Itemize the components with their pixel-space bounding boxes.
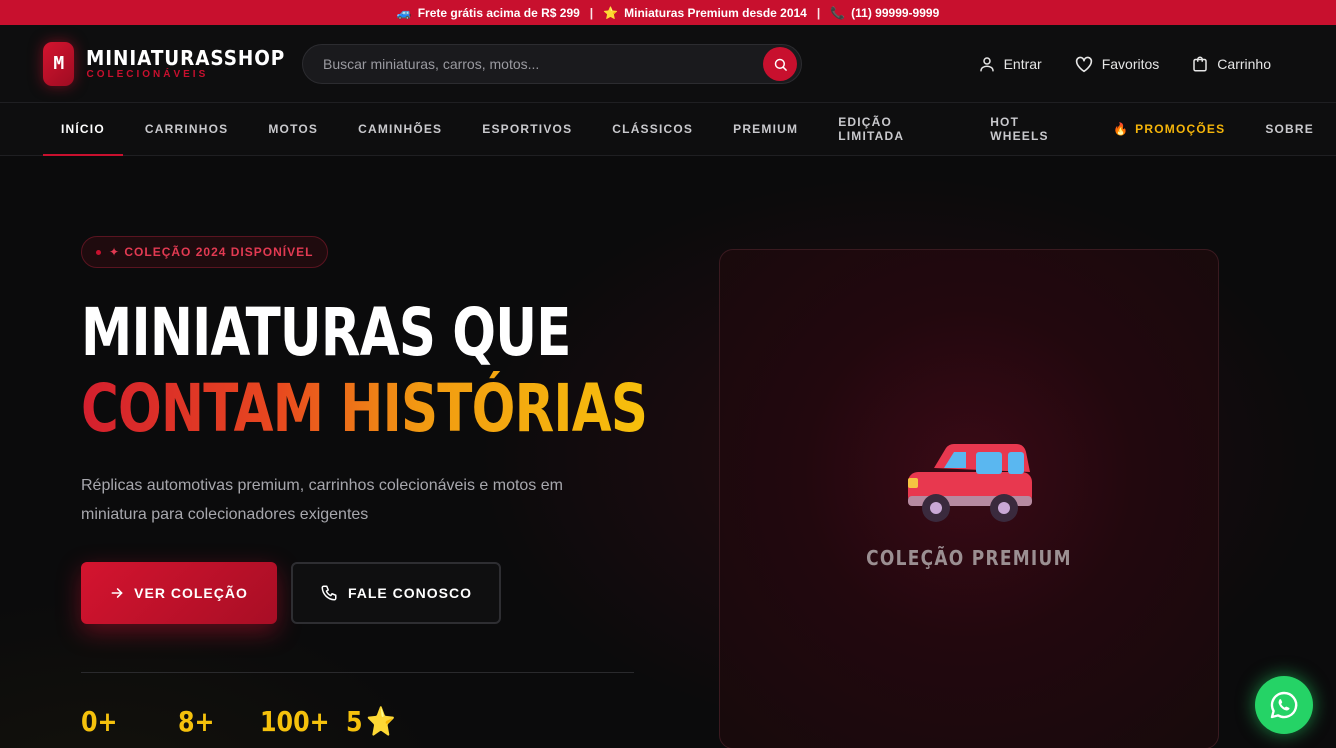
stat-value: 100+ — [260, 705, 330, 738]
car-icon — [908, 444, 1032, 522]
nav-item-hot-wheels[interactable]: HOT WHEELS — [972, 103, 1091, 155]
nav-item-carrinhos[interactable]: CARRINHOS — [127, 103, 246, 155]
nav-item-premium[interactable]: PREMIUM — [715, 103, 816, 155]
main-nav: INÍCIO CARRINHOS MOTOS CAMINHÕES ESPORTI… — [0, 103, 1336, 156]
cart-label: Carrinho — [1217, 56, 1271, 72]
free-shipping-text: Frete grátis acima de R$ 299 — [417, 5, 580, 20]
site-header: M MINIATURASSHOP COLECIONÁVEIS Entrar Fa… — [0, 25, 1336, 103]
logo-text: MINIATURASSHOP COLECIONÁVEIS — [86, 47, 303, 80]
star-icon: ⭐ — [365, 705, 396, 738]
whatsapp-button[interactable] — [1255, 676, 1313, 734]
view-collection-label: VER COLEÇÃO — [134, 585, 248, 601]
phone-number[interactable]: (11) 99999-9999 — [851, 6, 939, 20]
header-actions: Entrar Favoritos Carrinho — [978, 25, 1271, 103]
star-icon: ⭐ — [603, 5, 619, 20]
car-icon: 🚙 — [396, 5, 412, 20]
collection-badge-label: ✦ COLEÇÃO 2024 DISPONÍVEL — [109, 245, 314, 259]
user-icon — [979, 57, 994, 72]
premium-since-text: Miniaturas Premium desde 2014 — [624, 5, 807, 20]
stat-value: 8+ — [178, 705, 215, 738]
shopping-bag-icon — [1193, 56, 1208, 72]
stat-rating: 5 ⭐ — [346, 705, 396, 738]
announcement-bar: 🚙 Frete grátis acima de R$ 299 | ⭐ Minia… — [0, 0, 1336, 25]
stat-value: 0+ — [81, 705, 118, 738]
nav-item-inicio[interactable]: INÍCIO — [43, 103, 123, 156]
nav-item-caminhoes[interactable]: CAMINHÕES — [340, 103, 460, 155]
divider — [81, 672, 634, 673]
headline-line-2: CONTAM HISTÓRIAS — [81, 370, 648, 447]
fire-icon: 🔥 — [1113, 122, 1130, 136]
phone-icon: 📞 — [830, 5, 846, 20]
contact-button[interactable]: FALE CONOSCO — [291, 562, 501, 624]
login-label: Entrar — [1003, 56, 1042, 72]
nav-item-motos[interactable]: MOTOS — [250, 103, 336, 155]
headline-line-1: MINIATURAS QUE — [81, 294, 571, 371]
hero-description: Réplicas automotivas premium, carrinhos … — [81, 477, 563, 523]
nav-item-promocoes[interactable]: 🔥 PROMOÇÕES — [1095, 103, 1243, 155]
nav-item-promocoes-label: PROMOÇÕES — [1135, 122, 1226, 136]
showcase-card: COLEÇÃO PREMIUM — [719, 249, 1219, 748]
collection-badge: ✦ COLEÇÃO 2024 DISPONÍVEL — [81, 236, 329, 268]
brand-logo[interactable]: M MINIATURASSHOP COLECIONÁVEIS — [43, 41, 303, 86]
nav-item-edicao-limitada[interactable]: EDIÇÃO LIMITADA — [820, 103, 968, 155]
nav-item-classicos[interactable]: CLÁSSICOS — [594, 103, 711, 155]
separator: | — [816, 5, 821, 20]
stats-row: 0+ 8+ 100+ 5 ⭐ — [81, 705, 404, 738]
login-button[interactable]: Entrar — [978, 55, 1042, 73]
arrow-right-icon — [111, 588, 123, 598]
logo-badge: M — [43, 41, 75, 86]
hero-section: ✦ COLEÇÃO 2024 DISPONÍVEL MINIATURAS QUE… — [0, 157, 1336, 748]
showcase-caption: COLEÇÃO PREMIUM — [866, 546, 1072, 570]
search-input[interactable] — [323, 56, 763, 72]
search-bar — [302, 44, 802, 84]
favorites-button[interactable]: Favoritos — [1074, 55, 1160, 73]
heart-icon — [1075, 56, 1092, 73]
pulse-dot-icon — [96, 249, 101, 255]
brand-tagline: COLECIONÁVEIS — [86, 69, 209, 80]
phone-icon — [321, 585, 337, 601]
hero-headline: MINIATURAS QUE CONTAM HISTÓRIAS — [81, 294, 648, 447]
whatsapp-icon — [1270, 691, 1298, 719]
contact-label: FALE CONOSCO — [347, 585, 472, 601]
favorites-label: Favoritos — [1101, 56, 1160, 72]
stat-value: 5 — [346, 705, 363, 738]
cart-button[interactable]: Carrinho — [1191, 55, 1271, 73]
nav-item-esportivos[interactable]: ESPORTIVOS — [464, 103, 590, 155]
search-icon — [774, 58, 787, 71]
separator: | — [589, 5, 594, 20]
nav-item-sobre[interactable]: SOBRE — [1247, 103, 1332, 155]
brand-name: MINIATURASSHOP — [86, 46, 286, 70]
view-collection-button[interactable]: VER COLEÇÃO — [81, 562, 277, 624]
search-button[interactable] — [763, 47, 797, 81]
